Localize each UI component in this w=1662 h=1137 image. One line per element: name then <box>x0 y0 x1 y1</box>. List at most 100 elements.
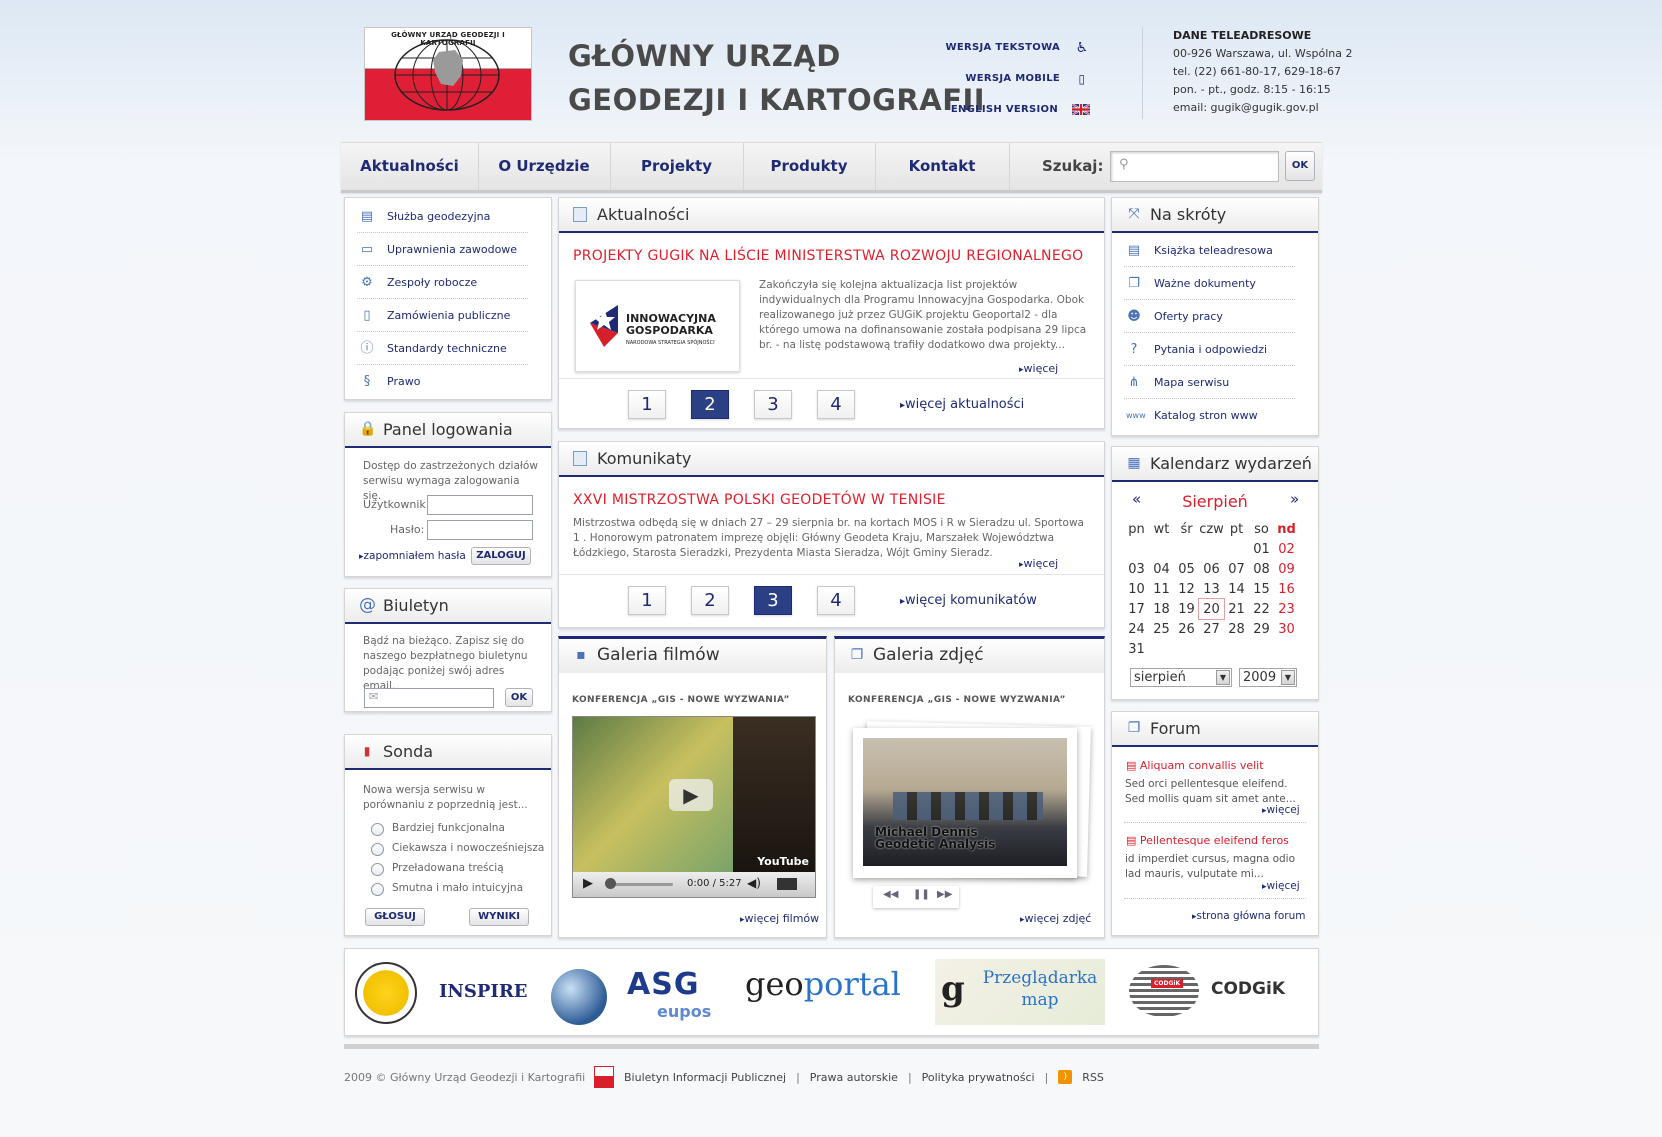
poll-option-radio[interactable] <box>371 863 384 876</box>
poll-option-radio[interactable] <box>371 843 384 856</box>
calendar-day[interactable]: 17 <box>1124 599 1149 619</box>
news-page-2[interactable]: 2 <box>691 390 729 419</box>
volume-icon[interactable]: ◀) <box>747 876 761 890</box>
calendar-day[interactable]: 25 <box>1149 619 1174 639</box>
search-button[interactable]: OK <box>1285 151 1315 181</box>
inspire-logo[interactable]: INSPIRE <box>355 962 528 1024</box>
shortcut-item[interactable]: ⋔ Mapa serwisu <box>1124 367 1295 399</box>
calendar-day[interactable]: 18 <box>1149 599 1174 619</box>
newsletter-email-field[interactable]: ✉ <box>364 688 494 708</box>
calendar-day[interactable]: 10 <box>1124 579 1149 599</box>
calendar-day[interactable]: 02 <box>1274 539 1299 559</box>
forum-post-title-row[interactable]: ▤ Pellentesque eleifend feros <box>1126 834 1289 847</box>
pause-icon[interactable]: ❚❚ <box>913 889 930 900</box>
poll-option-radio[interactable] <box>371 823 384 836</box>
calendar-day[interactable]: 16 <box>1274 579 1299 599</box>
shortcut-item[interactable]: www Katalog stron www <box>1124 400 1295 431</box>
calendar-day-today[interactable]: 20 <box>1198 598 1225 620</box>
calendar-day[interactable]: 08 <box>1249 559 1274 579</box>
calendar-day[interactable]: 29 <box>1249 619 1274 639</box>
calendar-next-button[interactable]: » <box>1290 490 1299 508</box>
previous-icon[interactable]: ◀◀ <box>883 889 898 900</box>
calendar-day[interactable]: 12 <box>1174 579 1199 599</box>
calendar-day[interactable]: 24 <box>1124 619 1149 639</box>
nav-aktualnosci[interactable]: Aktualności <box>341 143 479 190</box>
calendar-day[interactable]: 03 <box>1124 559 1149 579</box>
seek-handle[interactable] <box>605 878 616 889</box>
username-field[interactable] <box>427 495 533 515</box>
calendar-day[interactable]: 28 <box>1224 619 1249 639</box>
calendar-day[interactable]: 14 <box>1224 579 1249 599</box>
calendar-day[interactable]: 01 <box>1249 539 1274 559</box>
poll-vote-button[interactable]: GŁOSUJ <box>365 908 425 926</box>
news-more-all-link[interactable]: więcej aktualności <box>900 397 1024 412</box>
news-image[interactable]: INNOWACYJNA GOSPODARKA NARODOWA STRATEGI… <box>575 280 740 372</box>
calendar-day[interactable]: 19 <box>1174 599 1199 619</box>
footer-link-copyright[interactable]: Prawa autorskie <box>810 1071 898 1084</box>
contact-email[interactable]: email: gugik@gugik.gov.pl <box>1173 99 1352 117</box>
calendar-day[interactable]: 07 <box>1224 559 1249 579</box>
news-page-1[interactable]: 1 <box>628 390 666 419</box>
forum-post-more-link[interactable]: więcej <box>1262 804 1300 816</box>
mobile-version-link[interactable]: WERSJA MOBILE ▯ <box>946 63 1090 94</box>
password-field[interactable] <box>427 520 533 540</box>
news-page-4[interactable]: 4 <box>817 390 855 419</box>
shortcut-item[interactable]: ▤ Książka teleadresowa <box>1124 235 1295 267</box>
sidebar-item-sluzba[interactable]: ▤ Służba geodezyjna <box>357 201 528 233</box>
nav-produkty[interactable]: Produkty <box>743 143 876 190</box>
sidebar-item-zamowienia[interactable]: ▯ Zamówienia publiczne <box>357 300 528 332</box>
footer-link-privacy[interactable]: Polityka prywatności <box>922 1071 1035 1084</box>
next-icon[interactable]: ▶▶ <box>937 889 952 900</box>
calendar-day[interactable]: 21 <box>1224 599 1249 619</box>
newsletter-submit-button[interactable]: OK <box>505 688 533 707</box>
forum-post-more-link[interactable]: więcej <box>1262 880 1300 892</box>
news-more-link[interactable]: więcej <box>1019 362 1059 375</box>
login-button[interactable]: ZALOGUJ <box>471 547 531 565</box>
calendar-day[interactable]: 23 <box>1274 599 1299 619</box>
calendar-day[interactable]: 30 <box>1274 619 1299 639</box>
photo-frame[interactable]: Michael Dennis Geodetic Analysis <box>853 728 1077 878</box>
shortcut-item[interactable]: ☻ Oferty pracy <box>1124 301 1295 333</box>
footer-link-rss[interactable]: RSS <box>1082 1071 1104 1084</box>
calendar-year-select[interactable]: 2009 ▼ <box>1239 668 1297 687</box>
sidebar-item-standardy[interactable]: ⓘ Standardy techniczne <box>357 333 528 365</box>
poll-option-radio[interactable] <box>371 883 384 896</box>
more-photos-link[interactable]: więcej zdjęć <box>1020 912 1092 925</box>
calendar-day[interactable]: 13 <box>1199 579 1224 599</box>
calendar-day[interactable]: 04 <box>1149 559 1174 579</box>
announcements-more-all-link[interactable]: więcej komunikatów <box>900 593 1037 608</box>
sidebar-item-prawo[interactable]: § Prawo <box>357 366 528 397</box>
forum-post-title-row[interactable]: ▤ Aliquam convallis velit <box>1126 759 1264 772</box>
shortcut-item[interactable]: ? Pytania i odpowiedzi <box>1124 334 1295 366</box>
forum-main-link[interactable]: strona główna forum <box>1192 910 1306 922</box>
calendar-day[interactable]: 11 <box>1149 579 1174 599</box>
sidebar-item-uprawnienia[interactable]: ▭ Uprawnienia zawodowe <box>357 234 528 266</box>
announcements-more-link[interactable]: więcej <box>1019 557 1059 570</box>
calendar-day[interactable]: 09 <box>1274 559 1299 579</box>
nav-projekty[interactable]: Projekty <box>610 143 744 190</box>
calendar-day[interactable]: 26 <box>1174 619 1199 639</box>
play-control-icon[interactable]: ▶ <box>583 876 593 891</box>
asg-eupos-logo[interactable]: ASG eupos <box>545 959 725 1025</box>
news-headline[interactable]: PROJEKTY GUGIK NA LIŚCIE MINISTERSTWA RO… <box>573 248 1083 264</box>
geoportal-logo[interactable]: geoportal <box>745 965 915 1015</box>
shortcut-item[interactable]: ❐ Ważne dokumenty <box>1124 268 1295 300</box>
calendar-month-select[interactable]: sierpień ▼ <box>1130 668 1232 687</box>
nav-kontakt[interactable]: Kontakt <box>875 143 1010 190</box>
sidebar-item-zespoly[interactable]: ⚙ Zespoły robocze <box>357 267 528 299</box>
announcements-page-3[interactable]: 3 <box>754 586 792 615</box>
calendar-day[interactable]: 15 <box>1249 579 1274 599</box>
announcements-page-1[interactable]: 1 <box>628 586 666 615</box>
announcements-headline[interactable]: XXVI MISTRZOSTWA POLSKI GEODETÓW W TENIS… <box>573 492 946 508</box>
fullscreen-icon[interactable] <box>777 878 797 890</box>
text-version-link[interactable]: WERSJA TEKSTOWA ♿ <box>946 32 1090 63</box>
announcements-page-2[interactable]: 2 <box>691 586 729 615</box>
announcements-page-4[interactable]: 4 <box>817 586 855 615</box>
gugik-logo[interactable]: GŁÓWNY URZĄD GEODEZJI I KARTOGRAFII <box>364 27 532 121</box>
english-version-link[interactable]: ENGLISH VERSION <box>946 94 1090 125</box>
video-player[interactable]: ▶ YouTube ▶ 0:00 / 5:27 ◀) <box>572 716 816 898</box>
codgik-logo[interactable]: CODGiK CODGiK <box>1125 961 1305 1021</box>
nav-o-urzedzie[interactable]: O Urzędzie <box>478 143 611 190</box>
calendar-day[interactable]: 22 <box>1249 599 1274 619</box>
map-viewer-logo[interactable]: g Przeglądarka map <box>935 959 1105 1025</box>
